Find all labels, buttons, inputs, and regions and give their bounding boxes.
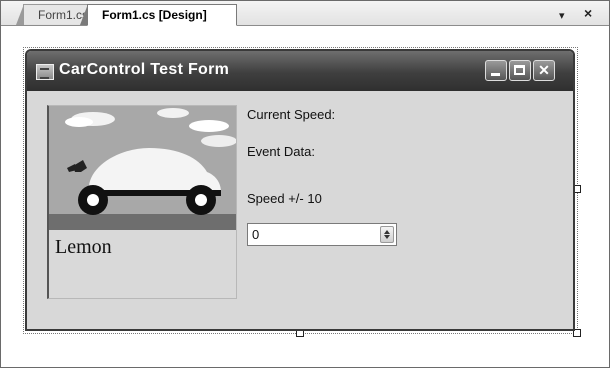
spin-down-icon[interactable]: [384, 235, 390, 239]
current-speed-label: Current Speed:: [247, 107, 336, 122]
form-title-bar[interactable]: CarControl Test Form ✕: [27, 51, 573, 91]
tab-form1-design[interactable]: Form1.cs [Design]: [80, 4, 237, 26]
close-tab-icon[interactable]: ×: [584, 4, 592, 22]
speed-updown-value[interactable]: 0: [252, 227, 259, 242]
maximize-icon: [514, 65, 525, 75]
minimize-icon: [491, 73, 500, 76]
spin-buttons[interactable]: [380, 226, 394, 243]
tab-form1-design-label: Form1.cs [Design]: [102, 8, 207, 22]
speed-numeric-updown[interactable]: 0: [247, 223, 397, 246]
designer-document-window: Form1.cs Form1.cs [Design] ▾ × CarContro…: [0, 0, 610, 368]
form-client-area: Lemon Current Speed: Event Data: Speed +…: [27, 91, 573, 329]
maximize-button[interactable]: [509, 60, 531, 81]
minimize-button[interactable]: [485, 60, 507, 81]
car-image: [49, 106, 236, 230]
event-data-label: Event Data:: [247, 144, 315, 159]
form-title: CarControl Test Form: [59, 61, 230, 78]
car-name-label: Lemon: [55, 236, 112, 258]
chevron-down-icon[interactable]: ▾: [559, 7, 565, 25]
form-app-icon: [36, 64, 54, 80]
car-picture-box[interactable]: Lemon: [47, 105, 237, 299]
close-button[interactable]: ✕: [533, 60, 555, 81]
document-tab-strip: Form1.cs Form1.cs [Design] ▾ ×: [1, 1, 609, 26]
close-icon: ✕: [538, 62, 550, 78]
spin-up-icon[interactable]: [384, 230, 390, 234]
speed-step-label: Speed +/- 10: [247, 191, 322, 206]
cartest-form-window[interactable]: CarControl Test Form ✕ Lemon Current Spe…: [25, 49, 575, 331]
